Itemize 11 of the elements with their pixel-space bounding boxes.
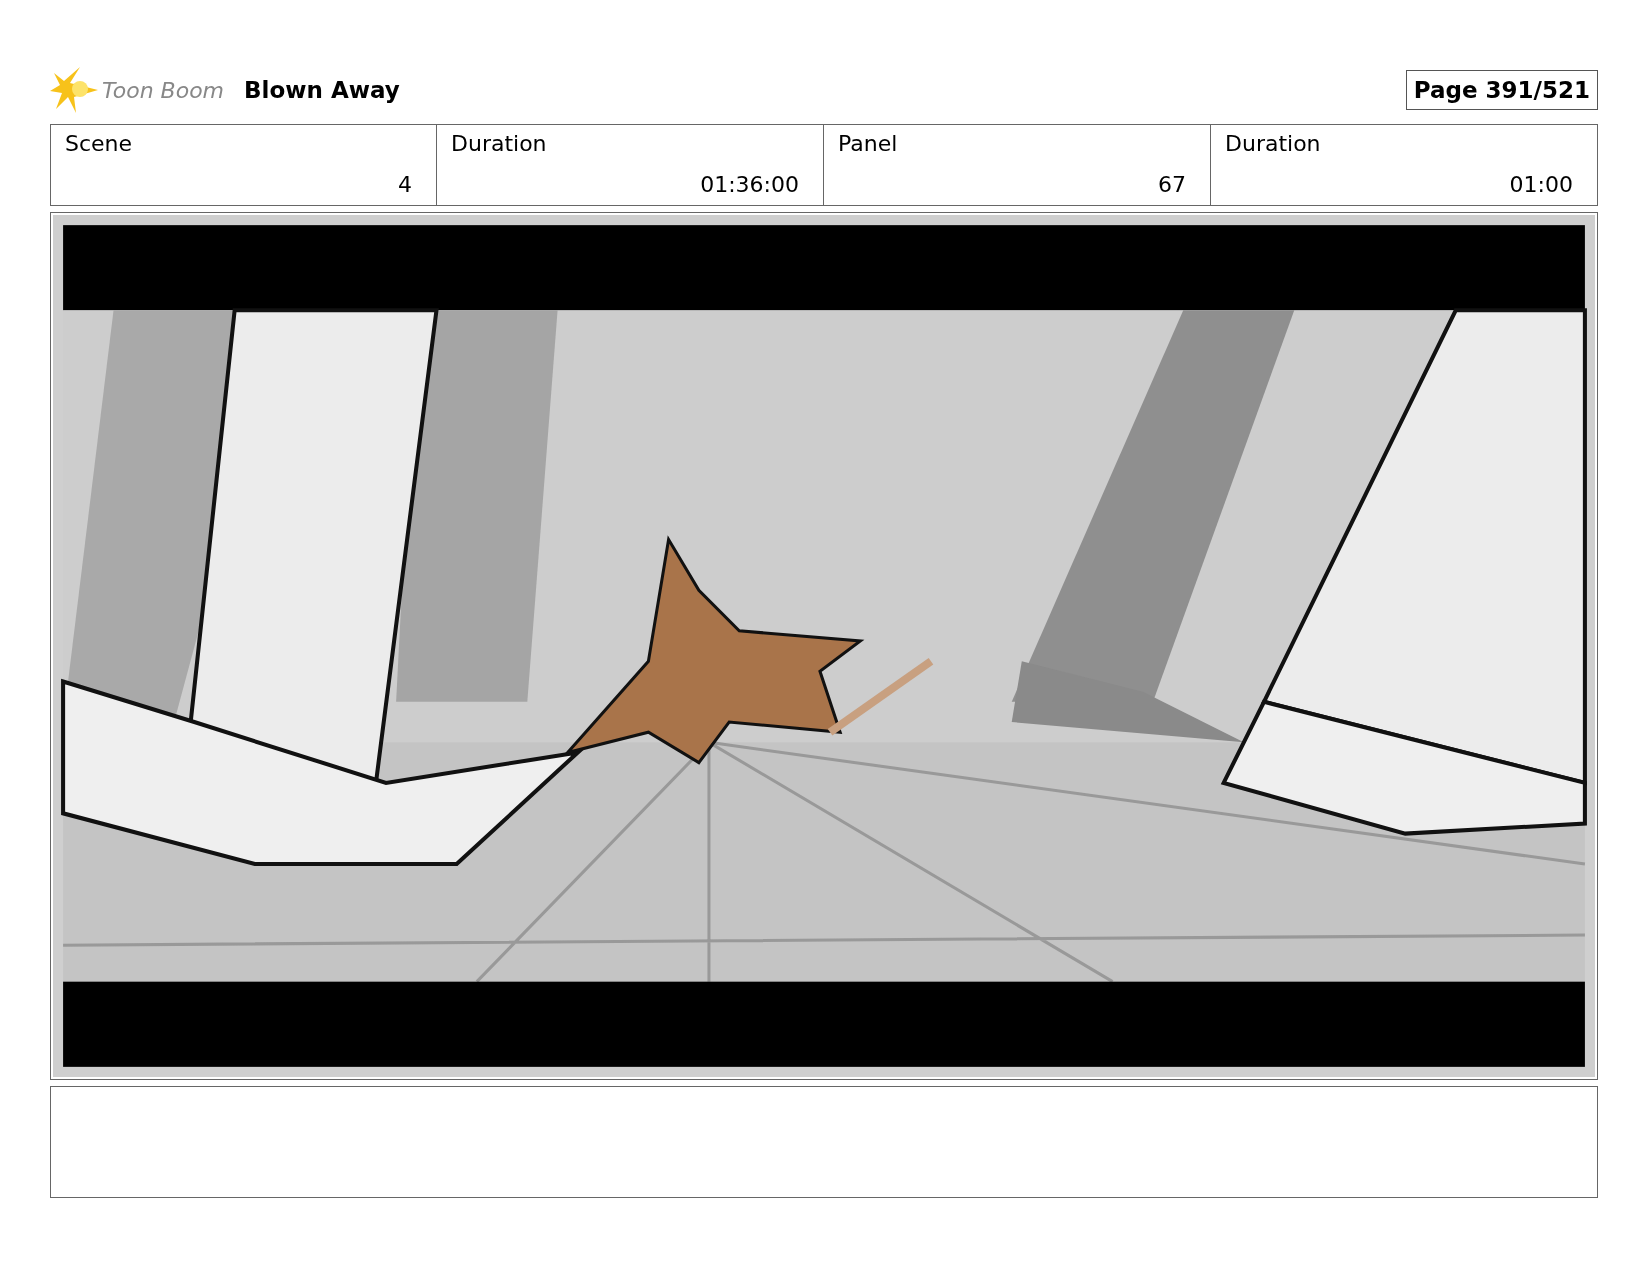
info-label: Duration: [451, 131, 548, 156]
info-value: 01:00: [1509, 172, 1573, 197]
info-value: 67: [1158, 172, 1186, 197]
logo-text: Toon Boom: [102, 77, 225, 103]
info-label: Panel: [838, 131, 899, 156]
page-number: Page 391/521: [1405, 70, 1598, 110]
info-label: Duration: [1225, 131, 1322, 156]
info-value: 01:36:00: [700, 172, 799, 197]
info-value: 4: [398, 172, 412, 197]
document-title: Blown Away: [244, 77, 400, 103]
info-label: Scene: [65, 131, 134, 156]
